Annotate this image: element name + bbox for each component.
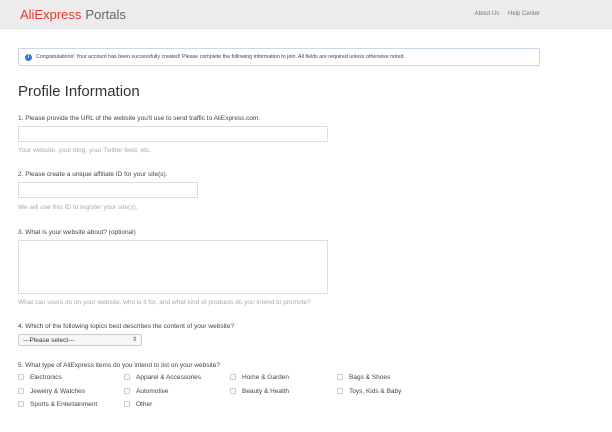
checkbox-other[interactable]: Other bbox=[124, 401, 152, 408]
checkbox-label: Sports & Entertainment bbox=[30, 401, 98, 408]
checkbox-icon[interactable] bbox=[18, 401, 24, 407]
topic-select-value: ---Please select--- bbox=[23, 337, 75, 344]
checkbox-label: Home & Garden bbox=[242, 374, 289, 381]
notice-text: Congratulations! Your account has been s… bbox=[36, 54, 405, 60]
checkbox-bags-shoes[interactable]: Bags & Shoes bbox=[337, 374, 390, 381]
question-4-label: 4. Which of the following topics best de… bbox=[18, 323, 235, 330]
checkbox-icon[interactable] bbox=[124, 374, 130, 380]
checkbox-label: Bags & Shoes bbox=[349, 374, 391, 381]
checkbox-icon[interactable] bbox=[18, 374, 24, 380]
question-5-label: 5. What type of AliExpress items do you … bbox=[18, 362, 220, 369]
aliexpress-portals-logo[interactable]: AliExpress Portals bbox=[20, 7, 126, 22]
select-arrows-icon: ⇕ bbox=[131, 337, 137, 343]
logo-express-text: Express bbox=[34, 7, 82, 22]
checkbox-label: Apparel & Accessories bbox=[136, 374, 202, 381]
page-title: Profile Information bbox=[18, 83, 140, 100]
checkbox-label: Beauty & Health bbox=[242, 388, 289, 395]
checkbox-automotive[interactable]: Automotive bbox=[124, 388, 169, 395]
checkbox-icon[interactable] bbox=[124, 401, 130, 407]
checkbox-label: Electronics bbox=[30, 374, 62, 381]
success-notice: i Congratulations! Your account has been… bbox=[18, 48, 540, 66]
question-3-label: 3. What is your website about? (optional… bbox=[18, 229, 136, 236]
checkbox-icon[interactable] bbox=[124, 388, 130, 394]
checkbox-apparel-accessories[interactable]: Apparel & Accessories bbox=[124, 374, 201, 381]
help-center-link[interactable]: Help Center bbox=[508, 11, 540, 17]
checkbox-home-garden[interactable]: Home & Garden bbox=[230, 374, 289, 381]
checkbox-icon[interactable] bbox=[18, 388, 24, 394]
checkbox-icon[interactable] bbox=[230, 374, 236, 380]
logo-ali-text: Ali bbox=[20, 7, 35, 22]
checkbox-icon[interactable] bbox=[230, 388, 236, 394]
checkbox-jewelry-watches[interactable]: Jewelry & Watches bbox=[18, 388, 85, 395]
about-us-link[interactable]: About Us bbox=[475, 11, 500, 17]
question-2-label: 2. Please create a unique affiliate ID f… bbox=[18, 171, 168, 178]
checkbox-beauty-health[interactable]: Beauty & Health bbox=[230, 388, 289, 395]
checkbox-icon[interactable] bbox=[337, 374, 343, 380]
checkbox-sports-entertainment[interactable]: Sports & Entertainment bbox=[18, 401, 97, 408]
info-icon: i bbox=[25, 54, 32, 61]
affiliate-id-input[interactable] bbox=[18, 182, 198, 198]
checkbox-label: Automotive bbox=[136, 388, 169, 395]
checkbox-icon[interactable] bbox=[337, 388, 343, 394]
checkbox-toys-kids-baby[interactable]: Toys, Kids & Baby bbox=[337, 388, 401, 395]
website-url-input[interactable] bbox=[18, 126, 328, 142]
question-2-hint: We will use this ID to register your sit… bbox=[18, 204, 138, 211]
question-3-hint: What can users do on your website, who i… bbox=[18, 299, 311, 306]
header-links: About Us Help Center bbox=[468, 11, 540, 17]
question-1-label: 1. Please provide the URL of the website… bbox=[18, 115, 261, 122]
checkbox-label: Jewelry & Watches bbox=[30, 388, 86, 395]
checkbox-label: Other bbox=[136, 401, 153, 408]
question-1-hint: Your website, your blog, your Twitter fe… bbox=[18, 147, 151, 154]
checkbox-label: Toys, Kids & Baby bbox=[349, 388, 402, 395]
topic-select[interactable]: ---Please select--- ⇕ bbox=[18, 334, 142, 346]
website-about-textarea[interactable] bbox=[18, 240, 328, 294]
logo-portals-text: Portals bbox=[85, 7, 126, 22]
checkbox-electronics[interactable]: Electronics bbox=[18, 374, 62, 381]
top-bar: AliExpress Portals About Us Help Center bbox=[0, 0, 612, 29]
